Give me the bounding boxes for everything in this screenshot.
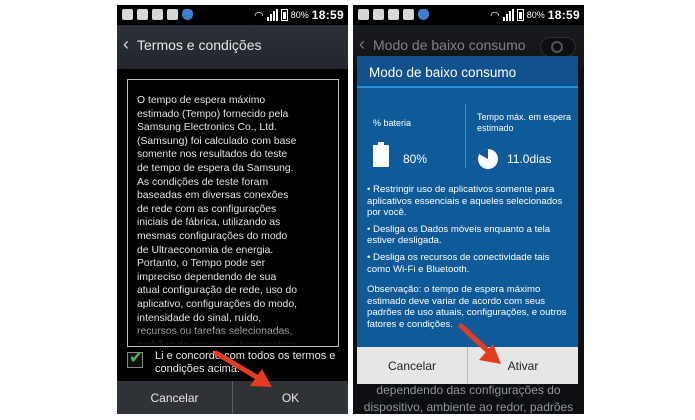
dialog-title: Modo de baixo consumo	[357, 56, 578, 88]
battery-large-icon	[373, 142, 389, 168]
facebook-icon	[358, 9, 369, 20]
wifi-icon: ◠	[254, 9, 264, 22]
red-arrow-icon	[213, 350, 272, 387]
list-item: • Restringir uso de aplicativos somente …	[367, 184, 563, 219]
battery-percent: 80%	[526, 10, 545, 20]
signal-icon	[502, 9, 514, 21]
image-icon	[403, 9, 414, 20]
pie-chart-icon	[478, 149, 498, 169]
battery-value: 80%	[403, 152, 428, 166]
signal-icon	[266, 9, 278, 21]
agree-checkbox[interactable]: ✔	[127, 348, 143, 368]
terms-scroll-box[interactable]: O tempo de espera máximo estimado (Tempo…	[127, 79, 339, 347]
image-icon	[167, 9, 178, 20]
battery-icon	[516, 9, 524, 21]
shield-icon	[182, 9, 193, 20]
background-text: dependendo das configurações do disposit…	[363, 383, 574, 414]
red-arrow-icon	[458, 323, 501, 364]
wifi-icon: ◠	[490, 9, 500, 22]
list-item: • Desliga os Dados móveis enquanto a tel…	[367, 223, 551, 247]
status-bar: ◠ 80% 18:59	[117, 5, 348, 25]
facebook-icon	[152, 9, 163, 20]
battery-label: % bateria	[373, 118, 412, 128]
battery-percent: 80%	[290, 10, 309, 20]
status-bar: ◠ 80% 18:59	[353, 5, 584, 25]
page-title: Modo de baixo consumo	[373, 37, 526, 53]
back-chevron-icon[interactable]: ‹	[123, 34, 129, 55]
power-saving-toggle[interactable]	[540, 37, 576, 57]
cancel-button[interactable]: Cancelar	[357, 347, 467, 384]
facebook-icon	[373, 9, 384, 20]
standby-time-value: 11.0dias	[507, 152, 552, 166]
standby-time-label: Tempo máx. em espera estimado	[477, 112, 572, 133]
facebook-icon	[137, 9, 148, 20]
feature-list: • Restringir uso de aplicativos somente …	[367, 184, 569, 280]
facebook-icon	[388, 9, 399, 20]
checkmark-icon: ✔	[129, 348, 144, 367]
shield-icon	[418, 9, 429, 20]
facebook-icon	[122, 9, 133, 20]
page-title: Termos e condições	[137, 37, 262, 53]
battery-icon	[280, 9, 288, 21]
action-bar: ‹ Termos e condições	[117, 25, 348, 69]
terms-text: O tempo de espera máximo estimado (Tempo…	[137, 95, 298, 346]
back-chevron-icon[interactable]: ‹	[359, 34, 365, 55]
list-item: • Desliga os recursos de conectividade t…	[367, 251, 550, 275]
terms-area: O tempo de espera máximo estimado (Tempo…	[117, 69, 348, 347]
clock: 18:59	[311, 8, 344, 22]
clock: 18:59	[547, 8, 580, 22]
